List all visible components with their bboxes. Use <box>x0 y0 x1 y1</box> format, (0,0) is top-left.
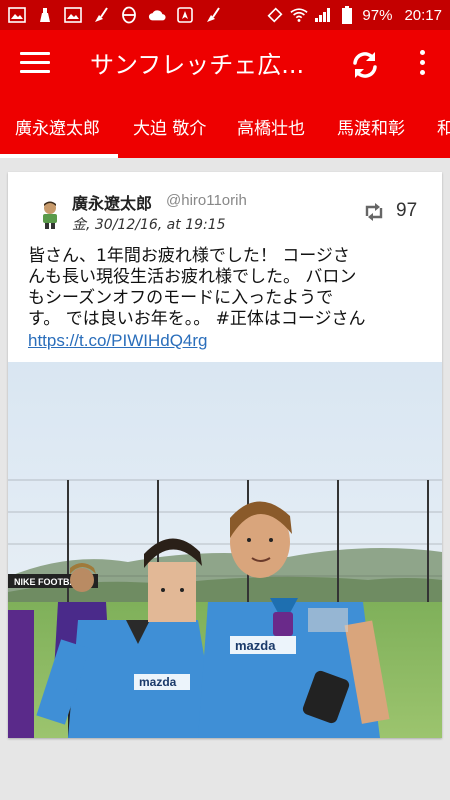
avatar[interactable] <box>38 200 62 230</box>
tweet-text-line: 皆さん、1年間お疲れ様でした！ コージさ <box>28 246 350 266</box>
system-status: 97% 20:17 <box>266 0 442 30</box>
broom-notification-icon-2 <box>204 6 222 24</box>
battery-percent: 97% <box>362 6 393 24</box>
cloud-notification-icon <box>148 6 166 24</box>
refresh-icon[interactable] <box>348 48 382 82</box>
tweet-card[interactable]: 廣永遼太郎 @hiro11orih 金, 30/12/16, at 19:15 … <box>8 172 442 738</box>
player-tabs: 廣永遼太郎 大迫 敬介 高橋壮也 馬渡和彰 和 <box>0 100 450 158</box>
sync-notification-icon <box>120 6 138 24</box>
status-bar: 97% 20:17 <box>0 0 450 30</box>
tab-player-3[interactable]: 馬渡和彰 <box>337 100 405 158</box>
tweet-text: 皆さん、1年間お疲れ様でした！ コージさ んも長い現役生活お疲れ様でした。 バロ… <box>28 246 388 351</box>
tweet-date: 金, 30/12/16, at 19:15 <box>72 217 226 233</box>
wifi-icon <box>290 6 309 24</box>
jersey-sponsor-text: mazda <box>139 675 177 689</box>
clock: 20:17 <box>404 6 442 24</box>
tweet-text-line: もシーズンオフのモードに入ったようで <box>28 288 334 308</box>
tweet-photo[interactable]: NIKE FOOTBALL mazda mazda <box>8 362 442 738</box>
jersey-sponsor-text-2: mazda <box>235 638 276 653</box>
author-handle[interactable]: @hiro11orih <box>166 192 247 209</box>
retweet-count: 97 <box>396 200 418 221</box>
app-bar: サンフレッチェ広... <box>0 30 450 100</box>
retweet-icon[interactable] <box>362 200 386 224</box>
tab-player-2[interactable]: 高橋壮也 <box>237 100 305 158</box>
image-notification-icon <box>8 6 26 24</box>
more-options-icon[interactable] <box>412 50 432 80</box>
notification-icons <box>0 6 222 24</box>
broom-notification-icon <box>92 6 110 24</box>
tab-player-4[interactable]: 和 <box>437 100 450 158</box>
image-notification-icon-2 <box>64 6 82 24</box>
gps-notification-icon <box>176 6 194 24</box>
vibrate-icon <box>266 6 284 24</box>
app-title: サンフレッチェ広... <box>90 51 305 79</box>
tab-player-1[interactable]: 大迫 敬介 <box>133 100 206 158</box>
tweet-text-line: んも長い現役生活お疲れ様でした。 バロン <box>28 267 357 287</box>
signal-icon <box>314 6 332 24</box>
author-name[interactable]: 廣永遼太郎 <box>72 190 152 214</box>
active-tab-indicator <box>0 154 118 158</box>
tweet-link[interactable]: https://t.co/PIWIHdQ4rg <box>28 330 388 351</box>
tweet-text-line: す。 では良いお年を。。 #正体はコージさん <box>28 309 366 329</box>
battery-icon <box>338 6 356 24</box>
tab-player-0[interactable]: 廣永遼太郎 <box>15 100 100 158</box>
cleaner-notification-icon <box>36 6 54 24</box>
hamburger-menu-icon[interactable] <box>20 52 50 78</box>
